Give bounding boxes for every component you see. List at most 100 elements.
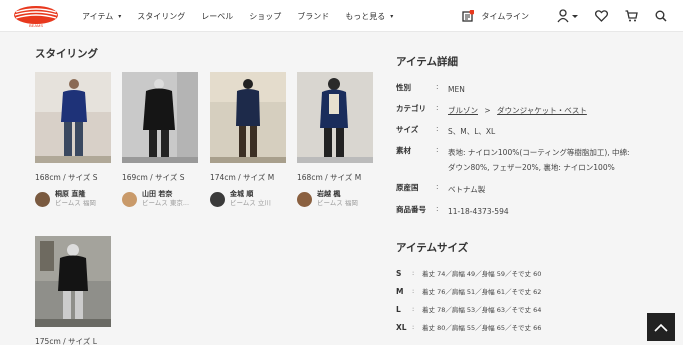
staff-name: 岩越 楓	[317, 190, 341, 198]
detail-value: 表地: ナイロン100%(コーティング等樹脂加工), 中綿:	[448, 148, 630, 157]
detail-label: カテゴリ	[396, 104, 426, 113]
heart-icon	[594, 10, 608, 22]
size-label: XL	[396, 322, 407, 332]
staff-shop: ビームス 福岡	[317, 199, 358, 207]
nav-item-items[interactable]: アイテム ▾	[82, 11, 121, 22]
item-detail-title: アイテム詳細	[396, 56, 458, 68]
detail-product-no-row: 商品番号 : 11-18-4373-594	[396, 204, 509, 219]
back-to-top-button[interactable]	[647, 313, 675, 341]
detail-material-row: 素材 : 表地: ナイロン100%(コーティング等樹脂加工), 中綿: ダウン8…	[396, 145, 630, 175]
detail-origin-row: 原産国 : ベトナム製	[396, 182, 485, 197]
detail-colon: :	[436, 145, 439, 154]
size-label: L	[396, 304, 401, 314]
nav-label: レーベル	[201, 11, 234, 21]
styling-photo[interactable]	[35, 236, 111, 327]
header: BEAMS アイテム ▾ スタイリング レーベル ショップ ブランド もっと見る ▾…	[0, 0, 683, 32]
styling-title: スタイリング	[35, 48, 98, 60]
nav-item-labels[interactable]: レーベル	[201, 11, 233, 22]
avatar	[35, 191, 50, 207]
styling-card[interactable]: 168cm / サイズ S 桐原 直隆 ビームス 福岡	[35, 72, 111, 208]
detail-gender-row: 性別 : MEN	[396, 82, 465, 97]
detail-label: サイズ	[396, 125, 419, 134]
detail-colon: :	[436, 82, 439, 91]
styling-photo[interactable]	[122, 72, 198, 163]
main-nav: アイテム ▾ スタイリング レーベル ショップ ブランド もっと見る ▾	[82, 0, 409, 32]
size-row: L : 着丈 78／肩幅 53／身幅 63／そで丈 64	[396, 304, 542, 315]
detail-colon: :	[436, 124, 439, 133]
size-value: 着丈 74／肩幅 49／身幅 59／そで丈 60	[422, 270, 542, 278]
favorites-button[interactable]	[593, 8, 609, 24]
styling-card[interactable]: 175cm / サイズ L	[35, 236, 111, 345]
beams-logo[interactable]: BEAMS	[12, 4, 60, 28]
nav-label: もっと見る	[345, 11, 386, 21]
cart-button[interactable]	[623, 8, 639, 24]
detail-colon: :	[436, 204, 439, 213]
search-button[interactable]	[653, 8, 669, 24]
timeline-icon	[461, 9, 475, 22]
avatar	[210, 191, 225, 207]
staff-shop: ビームス 立川	[230, 199, 271, 207]
styling-photo[interactable]	[35, 72, 111, 163]
main-content: スタイリング 168cm / サイズ S 桐原 直隆 ビームス 福岡 169cm…	[0, 32, 683, 345]
nav-label: スタイリング	[137, 11, 186, 21]
nav-item-more[interactable]: もっと見る ▾	[345, 11, 393, 22]
nav-item-styling[interactable]: スタイリング	[137, 11, 185, 22]
staff-info[interactable]: 金城 順 ビームス 立川	[210, 190, 286, 208]
detail-label: 素材	[396, 146, 411, 155]
user-menu-button[interactable]	[557, 8, 579, 24]
size-label: M	[396, 286, 404, 296]
staff-name: 桐原 直隆	[55, 190, 86, 198]
detail-value: S、M、L、XL	[448, 127, 496, 136]
detail-colon: :	[436, 103, 439, 112]
styling-photo[interactable]	[210, 72, 286, 163]
category-separator: >	[484, 106, 491, 115]
detail-category-row: カテゴリ : ブルゾン > ダウンジャケット・ベスト	[396, 103, 587, 118]
styling-card[interactable]: 168cm / サイズ M 岩越 楓 ビームス 福岡	[297, 72, 373, 208]
styling-photo[interactable]	[297, 72, 373, 163]
nav-item-shops[interactable]: ショップ	[249, 11, 281, 22]
styling-size: 168cm / サイズ S	[35, 173, 98, 182]
nav-label: ブランド	[297, 11, 330, 21]
item-size-title: アイテムサイズ	[396, 242, 469, 254]
staff-shop: ビームス 福岡	[55, 199, 96, 207]
size-value: 着丈 78／肩幅 53／身幅 63／そで丈 64	[422, 306, 542, 314]
detail-label: 商品番号	[396, 205, 426, 214]
category-link[interactable]: ダウンジャケット・ベスト	[497, 106, 587, 115]
nav-label: ショップ	[249, 11, 282, 21]
timeline-link[interactable]: タイムライン	[461, 9, 529, 22]
nav-item-brands[interactable]: ブランド	[297, 11, 329, 22]
staff-info[interactable]: 岩越 楓 ビームス 福岡	[297, 190, 373, 208]
search-icon	[655, 10, 667, 22]
size-colon: :	[412, 323, 415, 331]
size-label: S	[396, 268, 402, 278]
timeline-label: タイムライン	[481, 11, 529, 21]
cart-icon	[625, 10, 638, 22]
size-row: S : 着丈 74／肩幅 49／身幅 59／そで丈 60	[396, 268, 542, 279]
styling-card[interactable]: 174cm / サイズ M 金城 順 ビームス 立川	[210, 72, 286, 208]
staff-name: 山田 若奈	[142, 190, 173, 198]
chevron-up-icon	[654, 323, 668, 332]
detail-value: ダウン80%, フェザー20%, 裏地: ナイロン100%	[448, 163, 615, 172]
staff-info[interactable]: 山田 若奈 ビームス 東京...	[122, 190, 198, 208]
detail-value: 11-18-4373-594	[448, 207, 509, 216]
caret-down-icon: ▾	[390, 12, 394, 20]
styling-card[interactable]: 169cm / サイズ S 山田 若奈 ビームス 東京...	[122, 72, 198, 208]
category-link[interactable]: ブルゾン	[448, 106, 478, 115]
detail-value: ベトナム製	[448, 185, 486, 194]
size-colon: :	[412, 269, 415, 277]
staff-info[interactable]: 桐原 直隆 ビームス 福岡	[35, 190, 111, 208]
staff-shop: ビームス 東京...	[142, 199, 190, 207]
detail-colon: :	[436, 182, 439, 191]
styling-size: 174cm / サイズ M	[210, 173, 275, 182]
svg-text:BEAMS: BEAMS	[29, 23, 43, 28]
avatar	[122, 191, 137, 207]
styling-size: 175cm / サイズ L	[35, 337, 97, 345]
styling-size: 168cm / サイズ M	[297, 173, 362, 182]
avatar	[297, 191, 312, 207]
detail-label: 性別	[396, 83, 411, 92]
size-value: 着丈 76／肩幅 51／身幅 61／そで丈 62	[422, 288, 542, 296]
size-row: M : 着丈 76／肩幅 51／身幅 61／そで丈 62	[396, 286, 542, 297]
staff-name: 金城 順	[230, 190, 254, 198]
size-value: 着丈 80／肩幅 55／身幅 65／そで丈 66	[422, 324, 542, 332]
detail-label: 原産国	[396, 183, 419, 192]
